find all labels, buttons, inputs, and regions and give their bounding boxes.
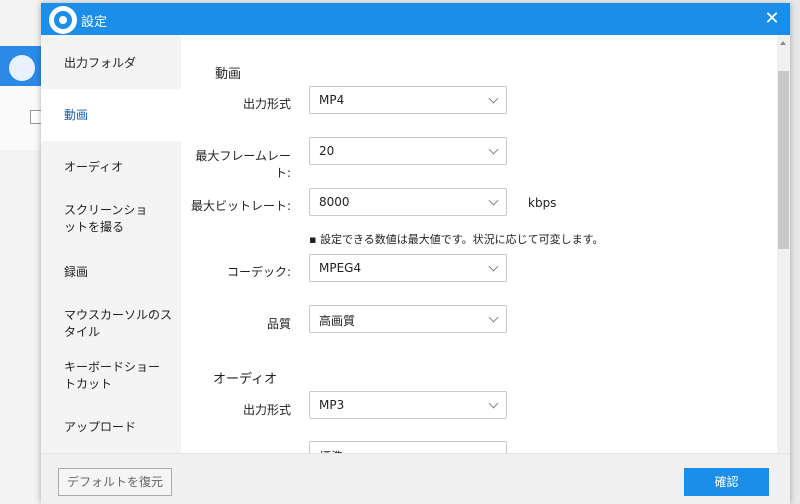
video-format-value: MP4	[319, 93, 345, 107]
chevron-down-icon	[488, 261, 499, 272]
audio-format-label: 出力形式	[242, 403, 291, 417]
settings-content: 動画 出力形式 MP4 最大フレームレート: 20 最大ビットレート: 8000…	[181, 35, 777, 453]
bitrate-unit: kbps	[528, 196, 557, 210]
sidebar-item-label: 出力フォルダ	[64, 56, 137, 70]
video-framerate-value: 20	[319, 144, 335, 158]
chevron-down-icon	[488, 312, 499, 323]
scrollbar-thumb[interactable]	[778, 71, 789, 249]
sidebar-item-label: キーボードショートカット	[64, 360, 161, 391]
audio-section-title: オーディオ	[213, 372, 278, 387]
sidebar-item-upload[interactable]: アップロード	[41, 419, 181, 436]
restore-defaults-button[interactable]: デフォルトを復元	[58, 468, 172, 496]
content-scrollbar[interactable]	[777, 35, 790, 453]
settings-dialog: 設定 ✕ 出力フォルダ 動画 オーディオ スクリーンショットを撮る 録画 マウス…	[41, 3, 790, 504]
sidebar-item-record[interactable]: 録画	[41, 264, 181, 281]
dialog-titlebar: 設定 ✕	[41, 3, 790, 35]
video-format-select[interactable]: MP4	[309, 86, 507, 114]
audio-format-value: MP3	[319, 398, 345, 412]
sidebar-item-audio[interactable]: オーディオ	[41, 159, 181, 176]
bitrate-note: ▪ 設定できる数値は最大値です。状況に応じて可変します。	[309, 233, 604, 246]
background-edge	[790, 0, 800, 504]
audio-quality-select[interactable]: 標準	[309, 441, 507, 453]
sidebar-item-label: 録画	[64, 265, 89, 279]
sidebar-item-cursor-style[interactable]: マウスカーソルのスタイル	[41, 307, 181, 341]
video-framerate-select[interactable]: 20	[309, 137, 507, 165]
video-quality-select[interactable]: 高画質	[309, 305, 507, 333]
sidebar-item-label: アップロード	[64, 420, 137, 434]
background-app-logo	[9, 55, 35, 81]
chevron-down-icon	[488, 398, 499, 409]
sidebar-item-label: オーディオ	[64, 160, 124, 174]
sidebar-item-output-folder[interactable]: 出力フォルダ	[41, 55, 181, 72]
video-bitrate-select[interactable]: 8000	[309, 188, 507, 216]
chevron-down-icon	[488, 93, 499, 104]
video-codec-value: MPEG4	[319, 261, 362, 275]
app-logo-icon	[49, 6, 77, 34]
confirm-button[interactable]: 確認	[684, 468, 769, 496]
sidebar-item-screenshot[interactable]: スクリーンショットを撮る	[41, 202, 181, 236]
close-icon[interactable]: ✕	[762, 9, 782, 29]
sidebar-item-keyboard-shortcut[interactable]: キーボードショートカット	[41, 359, 181, 393]
video-quality-value: 高画質	[319, 314, 356, 328]
video-quality-label: 品質	[266, 317, 291, 331]
settings-sidebar: 出力フォルダ 動画 オーディオ スクリーンショットを撮る 録画 マウスカーソルの…	[41, 35, 181, 453]
dialog-title: 設定	[81, 15, 108, 30]
sidebar-item-label: 動画	[64, 108, 89, 122]
video-codec-label: コーデック:	[226, 265, 291, 279]
audio-format-select[interactable]: MP3	[309, 391, 507, 419]
sidebar-item-label: スクリーンショットを撮る	[64, 203, 148, 234]
video-section-title: 動画	[215, 67, 242, 82]
video-bitrate-value: 8000	[319, 195, 350, 209]
video-format-label: 出力形式	[242, 97, 291, 111]
video-framerate-label: 最大フレームレート:	[195, 149, 291, 180]
video-bitrate-label: 最大ビットレート:	[190, 199, 291, 213]
chevron-down-icon	[488, 144, 499, 155]
sidebar-item-video[interactable]: 動画	[41, 89, 181, 141]
chevron-down-icon	[488, 195, 499, 206]
dialog-footer: デフォルトを復元 確認	[41, 453, 790, 504]
scroll-up-icon[interactable]	[780, 41, 786, 45]
sidebar-item-label: マウスカーソルのスタイル	[64, 308, 173, 339]
video-codec-select[interactable]: MPEG4	[309, 254, 507, 282]
